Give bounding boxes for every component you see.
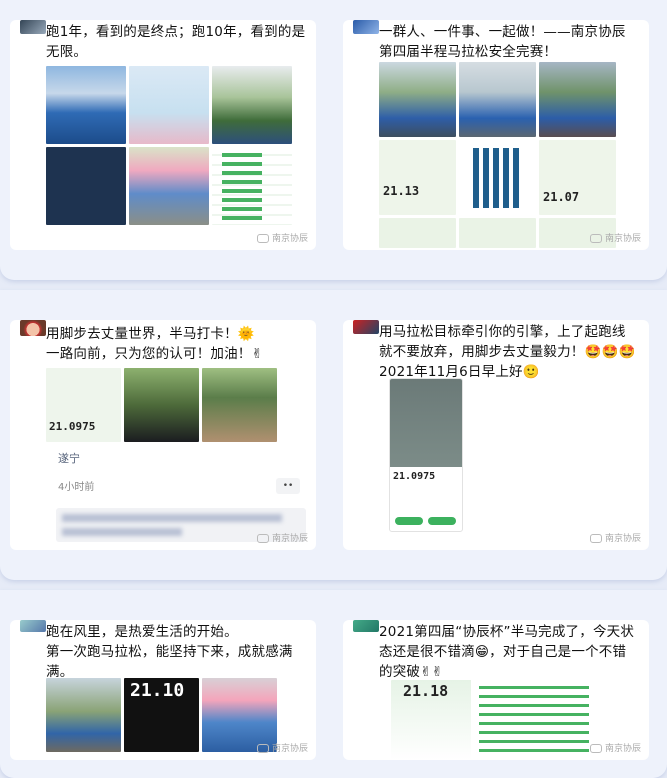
photo[interactable] [46, 66, 126, 144]
moment-card: 跑在风里，是热爱生活的开始。 第一次跑马拉松，能坚持下来，成就感满满。 21.1… [10, 620, 316, 760]
photo[interactable]: 21.0975 [46, 368, 121, 442]
photo[interactable]: 21.13 [379, 140, 456, 215]
moment-card: 一群人、一件事、一起做！——南京协辰第四届半程马拉松安全完赛！ 21.13 21… [343, 20, 649, 250]
photo[interactable] [212, 147, 292, 225]
photo[interactable] [129, 147, 209, 225]
avatar[interactable] [353, 620, 379, 632]
photo[interactable] [379, 62, 456, 137]
green-button [395, 517, 423, 525]
avatar[interactable] [353, 20, 379, 34]
moment-card: 用马拉松目标牵引你的引擎，上了起跑线就不要放弃，用脚步去丈量毅力！🤩🤩🤩 202… [343, 320, 649, 550]
photo[interactable] [379, 218, 456, 248]
post-text: 2021第四届“协辰杯”半马完成了，今天状态还是很不错滴😁，对于自己是一个不错的… [379, 624, 635, 680]
post-text: 跑1年，看到的是终点；跑10年，看到的是无限。 [46, 24, 306, 60]
photo-grid: 21.10 [46, 678, 277, 752]
split-bars [479, 686, 589, 756]
photo[interactable]: 21.18 [391, 680, 603, 760]
chat-icon [589, 534, 602, 543]
photo[interactable] [539, 62, 616, 137]
blurred-comment [62, 514, 282, 522]
blurred-comment [62, 528, 182, 536]
chat-icon [256, 534, 269, 543]
watermark: 南京协辰 [256, 231, 308, 244]
chat-icon [589, 744, 602, 753]
post-text: 用马拉松目标牵引你的引擎，上了起跑线就不要放弃，用脚步去丈量毅力！🤩🤩🤩 202… [379, 324, 636, 380]
route-map [390, 379, 462, 467]
photo[interactable] [202, 368, 277, 442]
photo[interactable]: 21.10 [124, 678, 199, 752]
post-text: 一群人、一件事、一起做！——南京协辰第四届半程马拉松安全完赛！ [379, 24, 626, 60]
photo-grid: 21.0975 [46, 368, 277, 442]
avatar[interactable] [20, 620, 46, 632]
photo[interactable] [129, 66, 209, 144]
post-text: 用脚步去丈量世界，半马打卡！🌞 一路向前，只为您的认可！加油！✌ [46, 326, 264, 362]
photo[interactable] [459, 140, 536, 215]
photo[interactable] [459, 218, 536, 248]
watermark: 南京协辰 [256, 741, 308, 754]
stat-panel: 21.18 [391, 680, 471, 760]
location-label[interactable]: 遂宁 [58, 450, 80, 466]
more-button[interactable]: •• [276, 478, 300, 494]
chat-icon [256, 744, 269, 753]
photo[interactable] [459, 62, 536, 137]
photo[interactable] [212, 66, 292, 144]
watermark: 南京协辰 [589, 231, 641, 244]
photo-grid [46, 66, 292, 225]
avatar[interactable] [20, 20, 46, 34]
watermark: 南京协辰 [256, 531, 308, 544]
chat-icon [256, 234, 269, 243]
photo-grid: 21.13 21.07 [379, 62, 616, 248]
post-time: 4小时前 [58, 482, 95, 493]
watermark: 南京协辰 [589, 531, 641, 544]
moment-card: 2021第四届“协辰杯”半马完成了，今天状态还是很不错滴😁，对于自己是一个不错的… [343, 620, 649, 760]
photo[interactable]: 21.0975 [389, 378, 463, 532]
watermark: 南京协辰 [589, 741, 641, 754]
chat-icon [589, 234, 602, 243]
moment-card: 用脚步去丈量世界，半马打卡！🌞 一路向前，只为您的认可！加油！✌ 21.0975… [10, 320, 316, 550]
avatar[interactable] [353, 320, 379, 334]
moment-card: 跑1年，看到的是终点；跑10年，看到的是无限。 南京协辰 [10, 20, 316, 250]
post-text: 跑在风里，是热爱生活的开始。 第一次跑马拉松，能坚持下来，成就感满满。 [46, 624, 293, 680]
photo[interactable] [46, 678, 121, 752]
green-button [428, 517, 456, 525]
photo[interactable] [46, 147, 126, 225]
photo[interactable]: 21.07 [539, 140, 616, 215]
avatar[interactable] [20, 320, 46, 336]
photo[interactable] [124, 368, 199, 442]
